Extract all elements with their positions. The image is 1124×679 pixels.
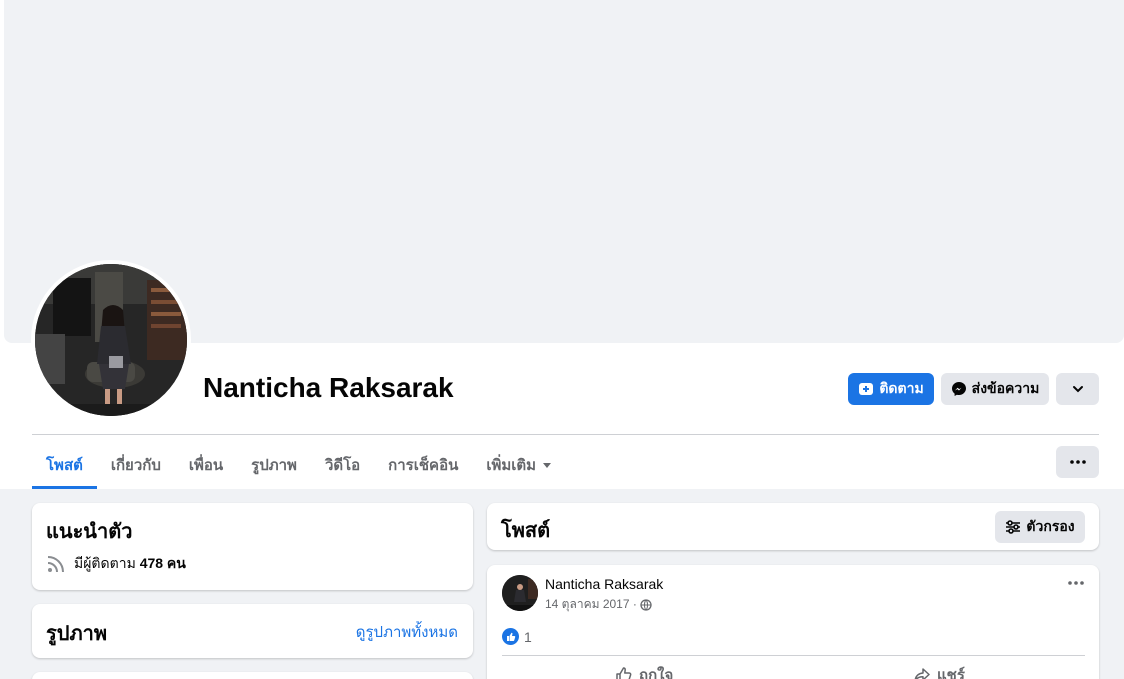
header-divider bbox=[32, 434, 1099, 435]
posts-title: โพสต์ bbox=[501, 520, 551, 542]
profile-name: Nanticha Raksarak bbox=[203, 372, 454, 403]
like-reaction-icon bbox=[502, 628, 519, 645]
tab-checkins[interactable]: การเช็คอิน bbox=[374, 440, 472, 489]
share-button[interactable]: แชร์ bbox=[913, 663, 965, 679]
tab-label: เพิ่มเติม bbox=[486, 456, 537, 474]
follow-label: ติดตาม bbox=[879, 380, 924, 396]
post-date[interactable]: 14 ตุลาคม 2017 · bbox=[545, 595, 637, 614]
tab-label: โพสต์ bbox=[46, 456, 83, 474]
chevron-down-icon bbox=[1071, 382, 1085, 396]
post-card: Nanticha Raksarak 14 ตุลาคม 2017 · 1 ถูก… bbox=[487, 565, 1099, 679]
caret-down-icon bbox=[542, 460, 552, 470]
tab-label: เกี่ยวกับ bbox=[110, 456, 161, 474]
profile-more-button[interactable] bbox=[1056, 373, 1099, 405]
thumbs-up-icon bbox=[615, 666, 633, 679]
follow-plus-icon bbox=[858, 381, 874, 397]
filter-button[interactable]: ตัวกรอง bbox=[995, 511, 1085, 543]
tab-posts[interactable]: โพสต์ bbox=[32, 440, 97, 489]
photos-title: รูปภาพ bbox=[46, 623, 108, 645]
post-divider bbox=[502, 655, 1085, 656]
share-label: แชร์ bbox=[937, 667, 965, 679]
messenger-icon bbox=[951, 381, 967, 397]
followers-prefix: มีผู้ติดตาม bbox=[74, 555, 136, 571]
tab-label: เพื่อน bbox=[188, 456, 224, 474]
more-dots-icon bbox=[1069, 460, 1086, 464]
profile-avatar[interactable] bbox=[35, 264, 187, 416]
tab-label: รูปภาพ bbox=[251, 456, 297, 474]
follow-button[interactable]: ติดตาม bbox=[848, 373, 934, 405]
tab-videos[interactable]: วิดีโอ bbox=[311, 440, 374, 489]
tab-more[interactable]: เพิ่มเติม bbox=[472, 440, 566, 489]
tab-about[interactable]: เกี่ยวกับ bbox=[97, 440, 175, 489]
reaction-count: 1 bbox=[524, 628, 532, 645]
next-card bbox=[32, 672, 473, 679]
see-all-photos-link[interactable]: ดูรูปภาพทั้งหมด bbox=[356, 620, 458, 644]
globe-icon bbox=[640, 598, 652, 611]
posts-header-card: โพสต์ ตัวกรอง bbox=[487, 503, 1099, 550]
post-options-button[interactable] bbox=[1068, 581, 1084, 585]
followers-row: มีผู้ติดตาม 478 คน bbox=[46, 553, 186, 575]
tab-photos[interactable]: รูปภาพ bbox=[237, 440, 311, 489]
tab-friends[interactable]: เพื่อน bbox=[175, 440, 237, 489]
profile-tabs: โพสต์ เกี่ยวกับ เพื่อน รูปภาพ วิดีโอ การ… bbox=[32, 440, 566, 489]
filter-label: ตัวกรอง bbox=[1026, 518, 1075, 534]
like-button[interactable]: ถูกใจ bbox=[615, 663, 673, 679]
share-arrow-icon bbox=[913, 666, 931, 679]
tab-label: วิดีโอ bbox=[324, 456, 361, 474]
post-meta: 14 ตุลาคม 2017 · bbox=[545, 595, 652, 614]
intro-title: แนะนำตัว bbox=[46, 521, 133, 543]
tabs-more-button[interactable] bbox=[1056, 446, 1099, 478]
followers-count[interactable]: 478 คน bbox=[140, 553, 186, 575]
post-reactions[interactable]: 1 bbox=[502, 628, 532, 645]
more-dots-icon bbox=[1068, 581, 1084, 585]
sliders-icon bbox=[1005, 520, 1021, 534]
intro-card: แนะนำตัว มีผู้ติดตาม 478 คน bbox=[32, 503, 473, 590]
post-author-name[interactable]: Nanticha Raksarak bbox=[545, 576, 663, 592]
avatar-photo bbox=[35, 264, 187, 416]
post-author-avatar[interactable] bbox=[502, 575, 538, 611]
photos-card: รูปภาพ ดูรูปภาพทั้งหมด bbox=[32, 604, 473, 658]
message-button[interactable]: ส่งข้อความ bbox=[941, 373, 1049, 405]
profile-page: Nanticha Raksarak ติดตาม ส่งข้อความ โพสต… bbox=[0, 0, 1124, 679]
tab-label: การเช็คอิน bbox=[388, 456, 459, 474]
rss-feed-icon bbox=[46, 554, 66, 574]
like-label: ถูกใจ bbox=[639, 667, 674, 679]
message-label: ส่งข้อความ bbox=[971, 380, 1040, 396]
